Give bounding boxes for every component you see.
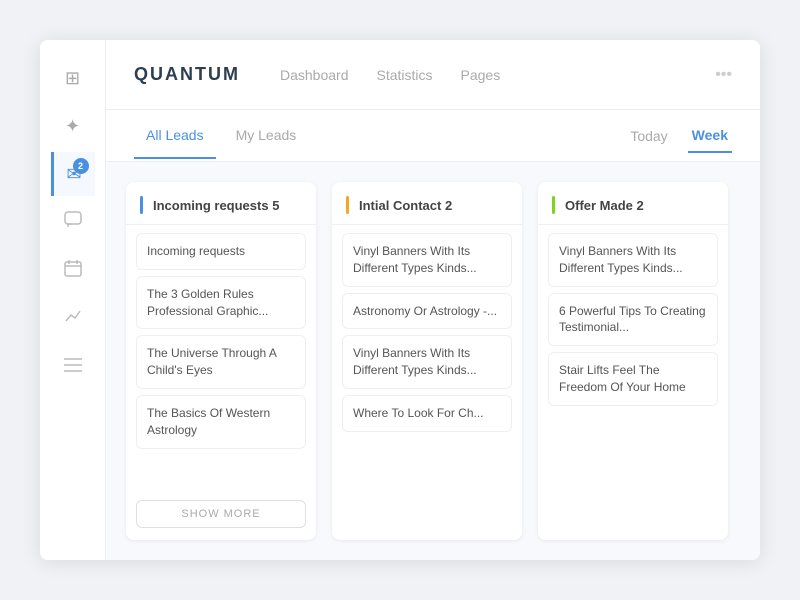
column-offer-made-accent bbox=[552, 196, 555, 214]
card-incoming-4[interactable]: The Basics Of Western Astrology bbox=[136, 395, 306, 449]
menu-icon bbox=[64, 356, 82, 377]
column-incoming-title: Incoming requests 5 bbox=[153, 198, 279, 213]
card-offer-2[interactable]: 6 Powerful Tips To Creating Testimonial.… bbox=[548, 293, 718, 347]
card-initial-4[interactable]: Where To Look For Ch... bbox=[342, 395, 512, 432]
calendar-icon bbox=[64, 259, 82, 282]
main-content: QUANTUM Dashboard Statistics Pages ••• A… bbox=[106, 40, 760, 560]
lead-tabs: All Leads My Leads bbox=[134, 113, 626, 159]
card-initial-1[interactable]: Vinyl Banners With Its Different Types K… bbox=[342, 233, 512, 287]
column-initial-contact-body: Vinyl Banners With Its Different Types K… bbox=[332, 225, 522, 540]
sidebar-item-menu[interactable] bbox=[51, 344, 95, 388]
tab-all-leads[interactable]: All Leads bbox=[134, 113, 216, 159]
column-initial-contact: Intial Contact 2 Vinyl Banners With Its … bbox=[332, 182, 522, 540]
card-initial-2[interactable]: Astronomy Or Astrology -... bbox=[342, 293, 512, 330]
column-incoming-accent bbox=[140, 196, 143, 214]
sidebar-item-mail[interactable]: ✉ 2 bbox=[51, 152, 95, 196]
tabs-row: All Leads My Leads Today Week bbox=[106, 110, 760, 162]
mail-badge: 2 bbox=[73, 158, 89, 174]
sidebar: ⊞ ✦ ✉ 2 bbox=[40, 40, 106, 560]
card-incoming-1[interactable]: Incoming requests bbox=[136, 233, 306, 270]
card-offer-1[interactable]: Vinyl Banners With Its Different Types K… bbox=[548, 233, 718, 287]
sidebar-item-dashboard[interactable]: ⊞ bbox=[51, 56, 95, 100]
dashboard-icon: ⊞ bbox=[65, 68, 80, 89]
nav-item-pages[interactable]: Pages bbox=[461, 63, 501, 87]
column-incoming-body: Incoming requests The 3 Golden Rules Pro… bbox=[126, 225, 316, 492]
sidebar-item-chat[interactable] bbox=[51, 200, 95, 244]
tab-my-leads[interactable]: My Leads bbox=[224, 113, 309, 159]
sidebar-item-calendar[interactable] bbox=[51, 248, 95, 292]
card-initial-3[interactable]: Vinyl Banners With Its Different Types K… bbox=[342, 335, 512, 389]
column-incoming-header: Incoming requests 5 bbox=[126, 182, 316, 225]
tab-today[interactable]: Today bbox=[626, 120, 671, 152]
analytics-icon bbox=[64, 307, 82, 330]
main-nav: Dashboard Statistics Pages ••• bbox=[280, 63, 732, 87]
column-incoming: Incoming requests 5 Incoming requests Th… bbox=[126, 182, 316, 540]
logo: QUANTUM bbox=[134, 64, 240, 85]
column-initial-contact-accent bbox=[346, 196, 349, 214]
column-offer-made-body: Vinyl Banners With Its Different Types K… bbox=[538, 225, 728, 540]
chat-icon bbox=[64, 211, 82, 234]
sidebar-item-plugins[interactable]: ✦ bbox=[51, 104, 95, 148]
plugins-icon: ✦ bbox=[65, 116, 80, 137]
kanban-board: Incoming requests 5 Incoming requests Th… bbox=[106, 162, 760, 560]
card-incoming-3[interactable]: The Universe Through A Child's Eyes bbox=[136, 335, 306, 389]
column-offer-made-header: Offer Made 2 bbox=[538, 182, 728, 225]
nav-item-dashboard[interactable]: Dashboard bbox=[280, 63, 349, 87]
card-offer-3[interactable]: Stair Lifts Feel The Freedom Of Your Hom… bbox=[548, 352, 718, 406]
header: QUANTUM Dashboard Statistics Pages ••• bbox=[106, 40, 760, 110]
column-initial-contact-title: Intial Contact 2 bbox=[359, 198, 452, 213]
show-more-button[interactable]: SHOW MORE bbox=[136, 500, 306, 528]
column-offer-made-title: Offer Made 2 bbox=[565, 198, 644, 213]
time-tabs: Today Week bbox=[626, 119, 732, 153]
nav-item-statistics[interactable]: Statistics bbox=[377, 63, 433, 87]
app-container: ⊞ ✦ ✉ 2 bbox=[40, 40, 760, 560]
sidebar-item-analytics[interactable] bbox=[51, 296, 95, 340]
card-incoming-2[interactable]: The 3 Golden Rules Professional Graphic.… bbox=[136, 276, 306, 330]
nav-more-button[interactable]: ••• bbox=[715, 66, 732, 84]
column-initial-contact-header: Intial Contact 2 bbox=[332, 182, 522, 225]
tab-week[interactable]: Week bbox=[688, 119, 732, 153]
column-offer-made: Offer Made 2 Vinyl Banners With Its Diff… bbox=[538, 182, 728, 540]
